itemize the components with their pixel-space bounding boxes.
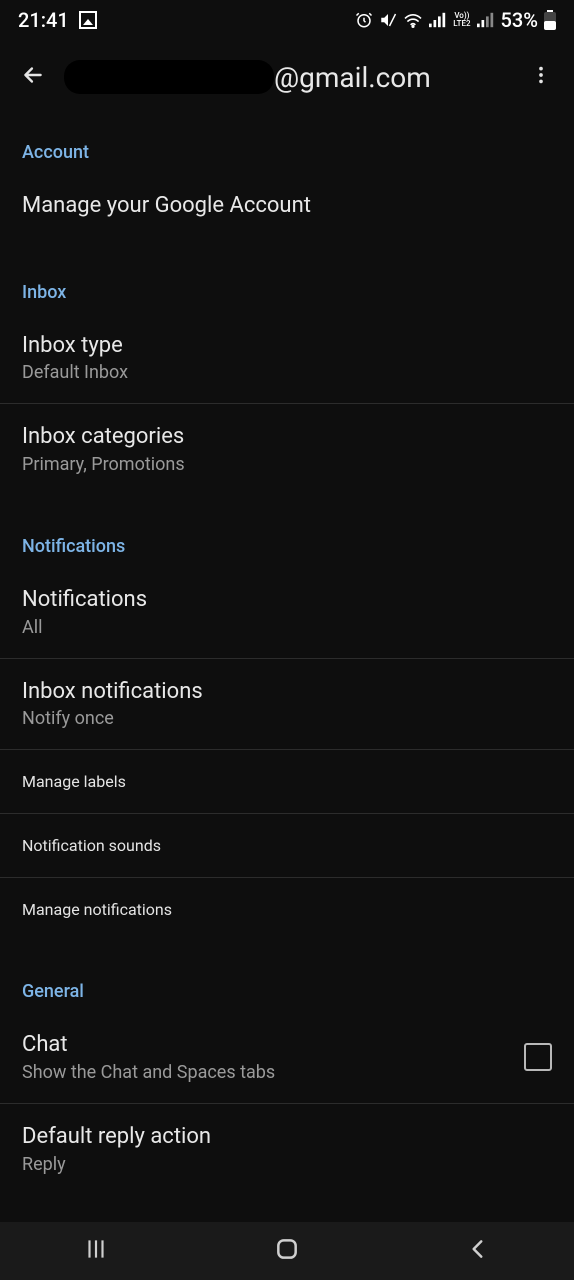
notifications-row[interactable]: Notifications All [0,567,574,659]
notifications-title: Notifications [22,585,552,615]
manage-labels-label: Manage labels [22,772,552,791]
recents-icon [83,1236,109,1262]
chat-title: Chat [22,1030,512,1060]
inbox-notifications-row[interactable]: Inbox notifications Notify once [0,659,574,751]
redacted-email-user [64,60,274,94]
default-reply-row[interactable]: Default reply action Reply [0,1104,574,1196]
app-bar: @gmail.com [0,40,574,114]
manage-notifications-label: Manage notifications [22,900,552,919]
default-reply-value: Reply [22,1154,552,1175]
status-time: 21:41 [18,8,69,32]
system-navbar [0,1222,574,1280]
battery-percent: 53% [501,8,538,32]
arrow-left-icon [20,62,46,88]
manage-notifications-row[interactable]: Manage notifications [0,878,574,941]
home-icon [274,1236,300,1262]
inbox-categories-row[interactable]: Inbox categories Primary, Promotions [0,404,574,496]
manage-google-account-label: Manage your Google Account [22,191,552,221]
inbox-categories-value: Primary, Promotions [22,454,552,475]
email-domain: @gmail.com [274,61,431,94]
chat-subtitle: Show the Chat and Spaces tabs [22,1062,512,1083]
notifications-value: All [22,617,552,638]
alarm-icon [355,11,373,29]
mute-icon [379,11,397,29]
manage-google-account-row[interactable]: Manage your Google Account [0,173,574,242]
back-button[interactable] [10,52,56,102]
inbox-notifications-title: Inbox notifications [22,677,552,707]
network-label: Vo)) LTE2 [453,12,470,28]
notification-sounds-label: Notification sounds [22,836,552,855]
recents-button[interactable] [53,1228,139,1274]
inbox-type-row[interactable]: Inbox type Default Inbox [0,313,574,405]
settings-content: Account Manage your Google Account Inbox… [0,114,574,1196]
chat-row[interactable]: Chat Show the Chat and Spaces tabs [0,1012,574,1104]
chat-checkbox[interactable] [524,1043,552,1071]
section-header-notifications: Notifications [0,496,574,567]
account-email-title: @gmail.com [64,60,514,94]
inbox-type-value: Default Inbox [22,362,552,383]
status-bar: 21:41 Vo)) LTE2 53% [0,0,574,40]
wifi-icon [403,12,423,28]
section-header-account: Account [0,114,574,173]
inbox-type-title: Inbox type [22,331,552,361]
signal2-icon [477,12,495,28]
battery-icon [544,10,556,30]
section-header-inbox: Inbox [0,242,574,313]
home-button[interactable] [244,1228,330,1274]
nav-back-button[interactable] [435,1228,521,1274]
default-reply-title: Default reply action [22,1122,552,1152]
signal-icon [429,12,447,28]
more-button[interactable] [522,56,560,98]
chevron-left-icon [465,1236,491,1262]
section-header-general: General [0,941,574,1012]
more-vert-icon [530,64,552,86]
inbox-notifications-value: Notify once [22,708,552,729]
manage-labels-row[interactable]: Manage labels [0,750,574,814]
inbox-categories-title: Inbox categories [22,422,552,452]
picture-icon [79,11,97,29]
notification-sounds-row[interactable]: Notification sounds [0,814,574,878]
